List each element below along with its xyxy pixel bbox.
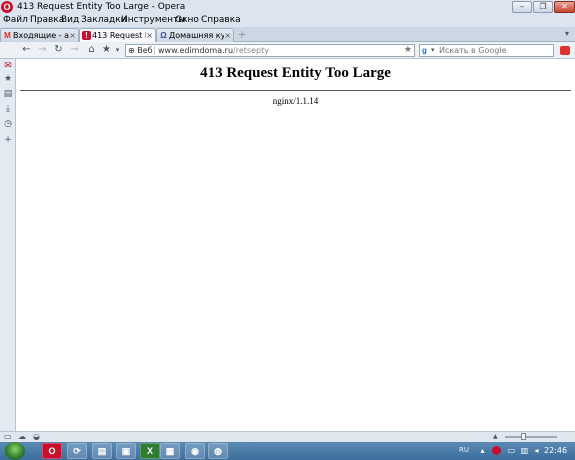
horizontal-rule [20,90,571,91]
cloud-icon[interactable]: ☁ [18,432,26,442]
url-text[interactable]: www.edimdoma.ru/retsepty [158,45,269,56]
forward-arrow-icon[interactable]: → [36,44,49,56]
start-button[interactable] [5,442,25,460]
menu-help[interactable]: Справка [201,15,241,26]
history-clock-icon[interactable]: ◷ [3,119,13,129]
reload-icon[interactable]: ↻ [52,44,65,56]
add-panel-plus-icon[interactable]: + [3,135,13,145]
downloads-icon[interactable]: ⤓ [3,104,13,114]
tray-volume-icon[interactable]: ◂ [532,446,541,455]
windows-taskbar: O ⟳ ▤ ▣ X ▦ ◉ ◍ RU ▴ ▭ ▥ ◂ 22:46 [0,442,575,460]
google-icon[interactable]: g [422,46,431,55]
menu-view[interactable]: Вид [61,15,79,26]
web-badge[interactable]: ⊕ Веб [128,45,153,56]
search-placeholder[interactable]: Искать в Google [439,45,507,56]
web-badge-label: Веб [137,46,153,55]
zoom-slider-thumb[interactable] [521,433,526,440]
chevron-down-icon[interactable]: ▾ [111,44,124,56]
page-content: 413 Request Entity Too Large nginx/1.1.1… [16,59,575,431]
key-icon[interactable]: ⊸ [68,44,81,56]
url-divider [154,46,155,55]
menu-window[interactable]: Окно [175,15,199,26]
taskbar-excel-icon[interactable]: X [140,443,160,459]
taskbar-eye-icon[interactable]: ◉ [185,443,205,459]
page-heading: 413 Request Entity Too Large [200,65,391,81]
tab-menu-chevron-icon[interactable]: ▾ [565,29,569,38]
url-host: www.edimdoma.ru [158,46,234,55]
taskbar-disk-icon[interactable]: ▣ [116,443,136,459]
chef-icon: Ω [160,31,167,40]
notes-icon[interactable]: ▤ [3,89,13,99]
taskbar-launcher-icon[interactable]: ⟳ [67,443,87,459]
back-arrow-icon[interactable]: ← [20,44,33,56]
maximize-button[interactable]: ❐ [533,1,553,13]
side-panel-bar: ✉ ★ ▤ ⤓ ◷ + [0,59,16,431]
taskbar-notepad-icon[interactable]: ▤ [92,443,112,459]
tray-expand-icon[interactable]: ▴ [478,446,487,455]
clock[interactable]: 22:46 [544,445,567,456]
tab-413-error[interactable]: ! 413 Request En... × [79,28,156,42]
new-tab-plus-icon[interactable]: + [236,29,248,40]
tab-label: Входящие - al... [13,31,69,40]
tab-label: 413 Request En... [92,31,146,40]
menu-bar: Файл Правка Вид Закладки Инструменты Окн… [0,14,575,27]
tab-label: Домашняя кух... [169,31,224,40]
tab-close-icon[interactable]: × [146,30,153,41]
zoom-slider[interactable] [505,436,557,438]
tab-inbox[interactable]: M Входящие - al... × [0,28,79,42]
opera-page-icon: ! [82,31,91,40]
panel-toggle-icon[interactable]: ▭ [4,432,12,442]
close-window-button[interactable]: ✕ [554,1,575,13]
tab-close-icon[interactable]: × [224,30,231,41]
address-bar[interactable]: ⊕ Веб www.edimdoma.ru/retsepty ★ [125,44,415,57]
opera-mail-icon[interactable]: ✉ [3,61,13,71]
bookmarks-star-icon[interactable]: ★ [3,74,13,84]
minimize-button[interactable]: – [512,1,532,13]
window-title: 413 Request Entity Too Large - Opera [17,2,186,12]
tray-network-icon[interactable]: ▥ [520,446,529,455]
menu-file[interactable]: Файл [3,15,28,26]
tray-opera-icon[interactable] [492,446,501,455]
search-engine-chevron-icon[interactable]: ▾ [431,45,435,56]
menu-edit[interactable]: Правка [30,15,64,26]
menu-bookmarks[interactable]: Закладки [81,15,127,26]
taskbar-opera-icon[interactable]: O [42,443,62,459]
tab-bar: M Входящие - al... × ! 413 Request En...… [0,27,575,42]
status-bar: ▭ ☁ ◒ ▲ [0,431,575,442]
tab-home-kitchen[interactable]: Ω Домашняя кух... × [156,28,234,42]
add-bookmark-star-icon[interactable]: ★ [404,45,412,56]
tab-close-icon[interactable]: × [69,30,76,41]
search-box[interactable]: g ▾ Искать в Google [419,44,554,57]
opera-logo-icon[interactable]: O [1,1,13,13]
globe-icon: ⊕ [128,46,135,55]
tray-display-icon[interactable]: ▭ [507,446,516,455]
language-indicator[interactable]: RU [459,446,469,455]
gmail-icon: M [4,31,11,40]
taskbar-calculator-icon[interactable]: ▦ [160,443,180,459]
home-icon[interactable]: ⌂ [85,44,98,56]
server-signature: nginx/1.1.14 [272,96,319,106]
url-path: /retsepty [233,46,269,55]
zoom-out-arrow-icon[interactable]: ▲ [493,432,498,442]
turbo-icon[interactable]: ◒ [33,432,40,442]
opera-unite-icon[interactable] [560,46,570,55]
taskbar-network-icon[interactable]: ◍ [208,443,228,459]
